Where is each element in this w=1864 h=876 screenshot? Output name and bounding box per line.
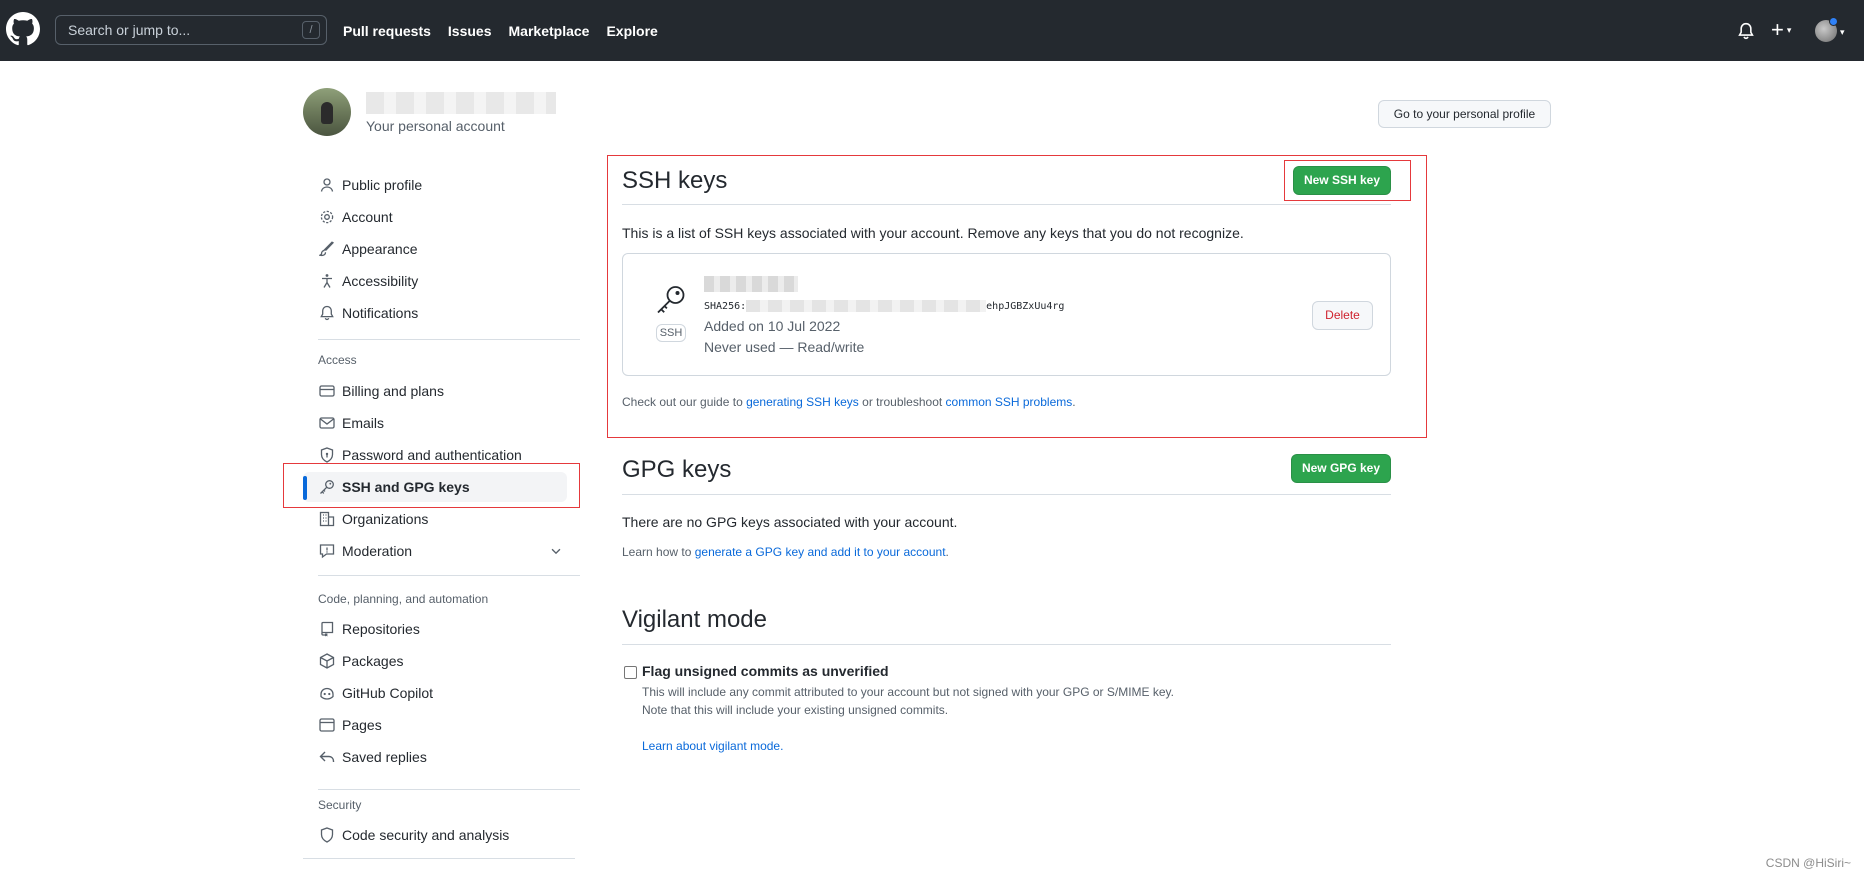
sidebar-item-label: Moderation	[342, 543, 413, 559]
notifications-bell-icon[interactable]	[1737, 21, 1755, 41]
annotation-box-new-ssh-key	[1284, 160, 1411, 201]
chevron-down-icon[interactable]	[549, 544, 563, 558]
sidebar-group-access: Access	[318, 353, 357, 367]
gpg-learn-prefix: Learn how to	[622, 545, 695, 559]
search-shortcut-key: /	[302, 21, 320, 39]
repo-icon	[319, 621, 335, 637]
sidebar-item-notifications[interactable]: Notifications	[303, 298, 567, 328]
sidebar-item-label: Notifications	[342, 305, 419, 321]
gpg-empty-text: There are no GPG keys associated with yo…	[622, 514, 958, 530]
search-input[interactable]: Search or jump to... /	[55, 15, 327, 45]
person-icon	[319, 177, 335, 193]
sidebar-item-label: Appearance	[342, 241, 418, 257]
sidebar-item-code-security[interactable]: Code security and analysis	[303, 820, 567, 850]
flag-unsigned-commits-label[interactable]: Flag unsigned commits as unverified	[642, 663, 889, 679]
mail-icon	[319, 415, 335, 431]
sidebar-item-pages[interactable]: Pages	[303, 710, 567, 740]
sidebar-item-label: Repositories	[342, 621, 420, 637]
gpg-keys-title: GPG keys	[622, 456, 732, 483]
chevron-down-icon: ▾	[1786, 24, 1792, 35]
vigilant-title-divider	[622, 644, 1391, 645]
nav-marketplace[interactable]: Marketplace	[509, 23, 590, 39]
sidebar-item-label: Billing and plans	[342, 383, 444, 399]
organization-icon	[319, 511, 335, 527]
sidebar-divider	[303, 858, 575, 859]
account-subtitle: Your personal account	[366, 118, 505, 134]
sidebar-item-moderation[interactable]: Moderation	[303, 536, 563, 566]
copilot-icon	[319, 685, 335, 701]
annotation-box-ssh-sidebar	[283, 463, 580, 508]
gpg-learn-text: Learn how to generate a GPG key and add …	[622, 545, 949, 559]
go-to-profile-button[interactable]: Go to your personal profile	[1378, 100, 1551, 128]
credit-card-icon	[319, 383, 335, 399]
sidebar-divider	[318, 789, 580, 790]
sidebar-item-label: Saved replies	[342, 749, 427, 765]
sidebar-item-packages[interactable]: Packages	[303, 646, 567, 676]
browser-icon	[319, 717, 335, 733]
sidebar-item-label: Code security and analysis	[342, 827, 510, 843]
shield-icon	[319, 827, 335, 843]
sidebar-item-repositories[interactable]: Repositories	[303, 614, 567, 644]
shield-lock-icon	[319, 447, 335, 463]
create-new-dropdown[interactable]: + ▾	[1771, 17, 1805, 42]
learn-vigilant-mode-link[interactable]: Learn about vigilant mode.	[642, 739, 783, 753]
sidebar-item-saved-replies[interactable]: Saved replies	[303, 742, 567, 772]
sidebar-item-label: Account	[342, 209, 393, 225]
flag-unsigned-commits-checkbox[interactable]	[624, 666, 637, 679]
top-header: Search or jump to... / Pull requests Iss…	[0, 0, 1864, 61]
sidebar-item-label: Accessibility	[342, 273, 419, 289]
sidebar-item-label: Emails	[342, 415, 385, 431]
generate-gpg-key-link[interactable]: generate a GPG key and add it to your ac…	[695, 545, 946, 559]
sidebar-item-label: Packages	[342, 653, 404, 669]
accessibility-icon	[319, 273, 335, 289]
sidebar-divider	[318, 339, 580, 340]
sidebar-item-copilot[interactable]: GitHub Copilot	[303, 678, 567, 708]
avatar-chevron-down-icon[interactable]: ▾	[1840, 27, 1845, 38]
bell-icon	[319, 305, 335, 321]
account-avatar	[303, 88, 351, 136]
sidebar-item-label: Pages	[342, 717, 382, 733]
github-logo-icon[interactable]	[6, 12, 40, 46]
new-gpg-key-button[interactable]: New GPG key	[1291, 454, 1391, 483]
sidebar-item-public-profile[interactable]: Public profile	[303, 170, 567, 200]
sidebar-item-label: GitHub Copilot	[342, 685, 434, 701]
sidebar-item-emails[interactable]: Emails	[303, 408, 567, 438]
search-placeholder: Search or jump to...	[68, 22, 191, 38]
nav-explore[interactable]: Explore	[606, 23, 657, 39]
vigilant-desc-1: This will include any commit attributed …	[642, 685, 1175, 699]
sidebar-item-organizations[interactable]: Organizations	[303, 504, 567, 534]
sidebar-item-label: Public profile	[342, 177, 423, 193]
report-icon	[319, 543, 335, 559]
header-nav: Pull requests Issues Marketplace Explore	[343, 0, 658, 61]
sidebar-item-billing[interactable]: Billing and plans	[303, 376, 567, 406]
sidebar-item-account[interactable]: Account	[303, 202, 567, 232]
plus-icon: +	[1771, 17, 1784, 42]
vigilant-mode-title: Vigilant mode	[622, 606, 767, 633]
package-icon	[319, 653, 335, 669]
watermark: CSDN @HiSiri~	[1765, 856, 1851, 870]
sidebar-item-label: Password and authentication	[342, 447, 522, 463]
sidebar-item-appearance[interactable]: Appearance	[303, 234, 567, 264]
status-dot	[1829, 17, 1838, 26]
paintbrush-icon	[319, 241, 335, 257]
gear-icon	[319, 209, 335, 225]
vigilant-desc-2: Note that this will include your existin…	[642, 703, 949, 717]
sidebar-item-accessibility[interactable]: Accessibility	[303, 266, 567, 296]
sidebar-item-label: Organizations	[342, 511, 429, 527]
sidebar-group-code: Code, planning, and automation	[318, 592, 489, 606]
nav-pull-requests[interactable]: Pull requests	[343, 23, 431, 39]
sidebar-divider	[318, 575, 580, 576]
gpg-learn-suffix: .	[945, 545, 949, 559]
nav-issues[interactable]: Issues	[448, 23, 492, 39]
gpg-title-divider	[622, 494, 1391, 495]
reply-icon	[319, 749, 335, 765]
sidebar-group-security: Security	[318, 798, 362, 812]
account-name-redacted	[366, 92, 556, 114]
